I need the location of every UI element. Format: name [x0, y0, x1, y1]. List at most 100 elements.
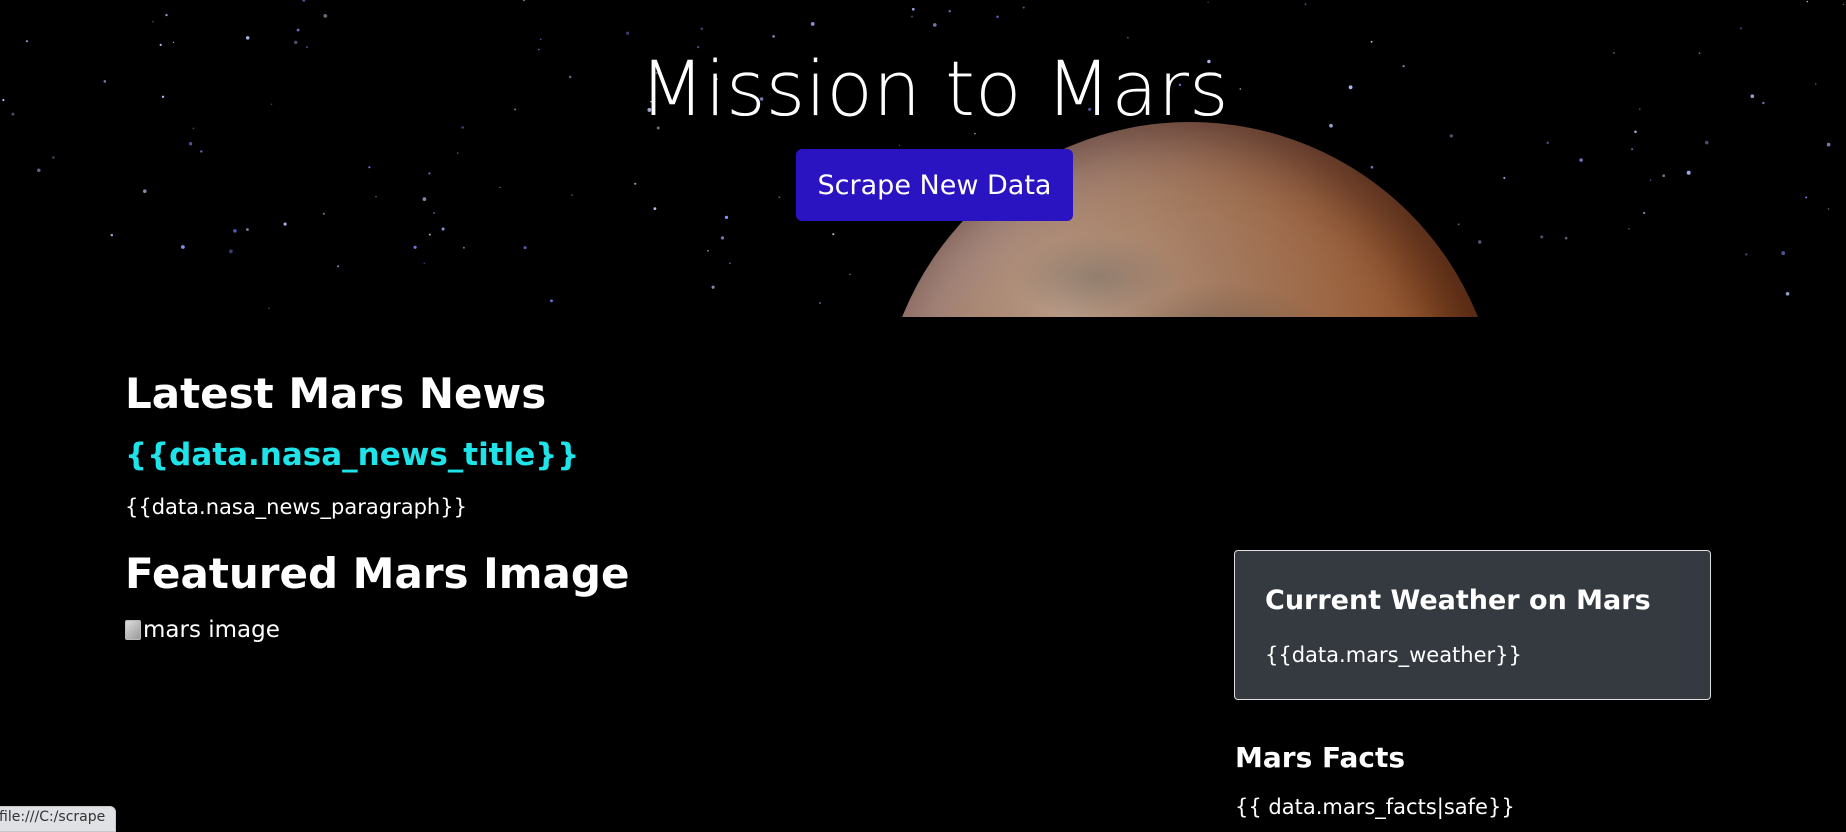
star [523, 246, 527, 250]
star [1745, 253, 1748, 256]
star [302, 0, 306, 2]
star [283, 222, 287, 226]
main-content: Latest Mars News {{data.nasa_news_title}… [0, 317, 1846, 824]
star [245, 228, 249, 231]
star [819, 302, 821, 304]
news-paragraph: {{data.nasa_news_paragraph}} [125, 495, 467, 519]
star [711, 285, 715, 289]
star [428, 172, 431, 175]
star [1579, 158, 1583, 162]
star [1449, 134, 1453, 138]
star [413, 245, 417, 249]
star [1304, 3, 1307, 6]
star [1022, 6, 1025, 9]
star [1503, 176, 1506, 180]
page-title: Mission to Mars [639, 44, 1229, 133]
mars-image-alt-text: mars image [143, 617, 280, 643]
star [810, 21, 815, 26]
star [1207, 1, 1209, 4]
broken-image-icon [125, 620, 141, 640]
star [52, 156, 55, 159]
star [296, 28, 300, 32]
star [1643, 211, 1646, 215]
star [1806, 0, 1809, 3]
star [152, 20, 154, 23]
featured-image-heading: Featured Mars Image [125, 549, 630, 598]
star [1826, 142, 1831, 147]
star [1785, 292, 1790, 296]
star [1781, 251, 1786, 256]
star [911, 7, 915, 11]
star [932, 23, 937, 27]
star [375, 195, 377, 198]
star [898, 144, 900, 147]
scrape-new-data-button[interactable]: Scrape New Data [796, 149, 1073, 221]
star [1126, 36, 1129, 39]
star [143, 189, 147, 193]
star [172, 41, 175, 44]
star [181, 245, 185, 249]
star [422, 197, 427, 201]
star [1686, 170, 1691, 175]
star [37, 168, 41, 173]
news-title-link[interactable]: {{data.nasa_news_title}} [125, 437, 579, 473]
star [423, 262, 426, 265]
star [229, 249, 233, 254]
star [772, 34, 776, 38]
star [996, 15, 999, 18]
star [700, 27, 704, 31]
star [522, 0, 526, 2]
star [1662, 174, 1666, 178]
weather-text: {{data.mars_weather}} [1265, 643, 1522, 667]
star [462, 246, 465, 249]
weather-heading: Current Weather on Mars [1265, 585, 1651, 616]
status-bar-url: file:///C:/scrape [0, 806, 117, 832]
star [1739, 27, 1743, 30]
star [1370, 165, 1374, 169]
weather-card: Current Weather on Mars {{data.mars_weat… [1234, 550, 1711, 700]
star [323, 13, 328, 18]
star [1540, 235, 1544, 239]
star [200, 150, 203, 153]
star [653, 207, 657, 211]
star [571, 194, 573, 196]
star [1631, 148, 1634, 151]
star [849, 273, 851, 276]
star [626, 31, 630, 35]
star [911, 15, 913, 18]
star [720, 236, 725, 240]
star [540, 38, 542, 40]
star [1827, 208, 1830, 210]
star [268, 307, 270, 310]
star [233, 229, 237, 233]
star [1704, 140, 1709, 145]
star [1842, 3, 1845, 6]
star [1370, 40, 1373, 43]
star [729, 262, 731, 265]
star [1457, 223, 1460, 226]
star [778, 196, 781, 199]
star [337, 265, 340, 268]
star [245, 36, 250, 40]
star [441, 227, 445, 231]
star [499, 186, 501, 188]
star [550, 299, 553, 303]
star [25, 40, 29, 43]
featured-mars-image: mars image [125, 617, 280, 643]
star [707, 249, 709, 252]
star [428, 233, 431, 236]
star [1649, 179, 1652, 181]
star [724, 215, 729, 220]
star [948, 10, 951, 13]
star [1477, 240, 1482, 244]
star [322, 212, 325, 215]
star [832, 233, 835, 236]
latest-news-heading: Latest Mars News [125, 369, 547, 418]
star [634, 182, 637, 185]
star [457, 152, 459, 154]
star [165, 13, 168, 17]
mars-facts-text: {{ data.mars_facts|safe}} [1235, 795, 1515, 819]
star [1805, 196, 1808, 199]
mars-facts-heading: Mars Facts [1235, 741, 1406, 774]
star [433, 212, 435, 214]
